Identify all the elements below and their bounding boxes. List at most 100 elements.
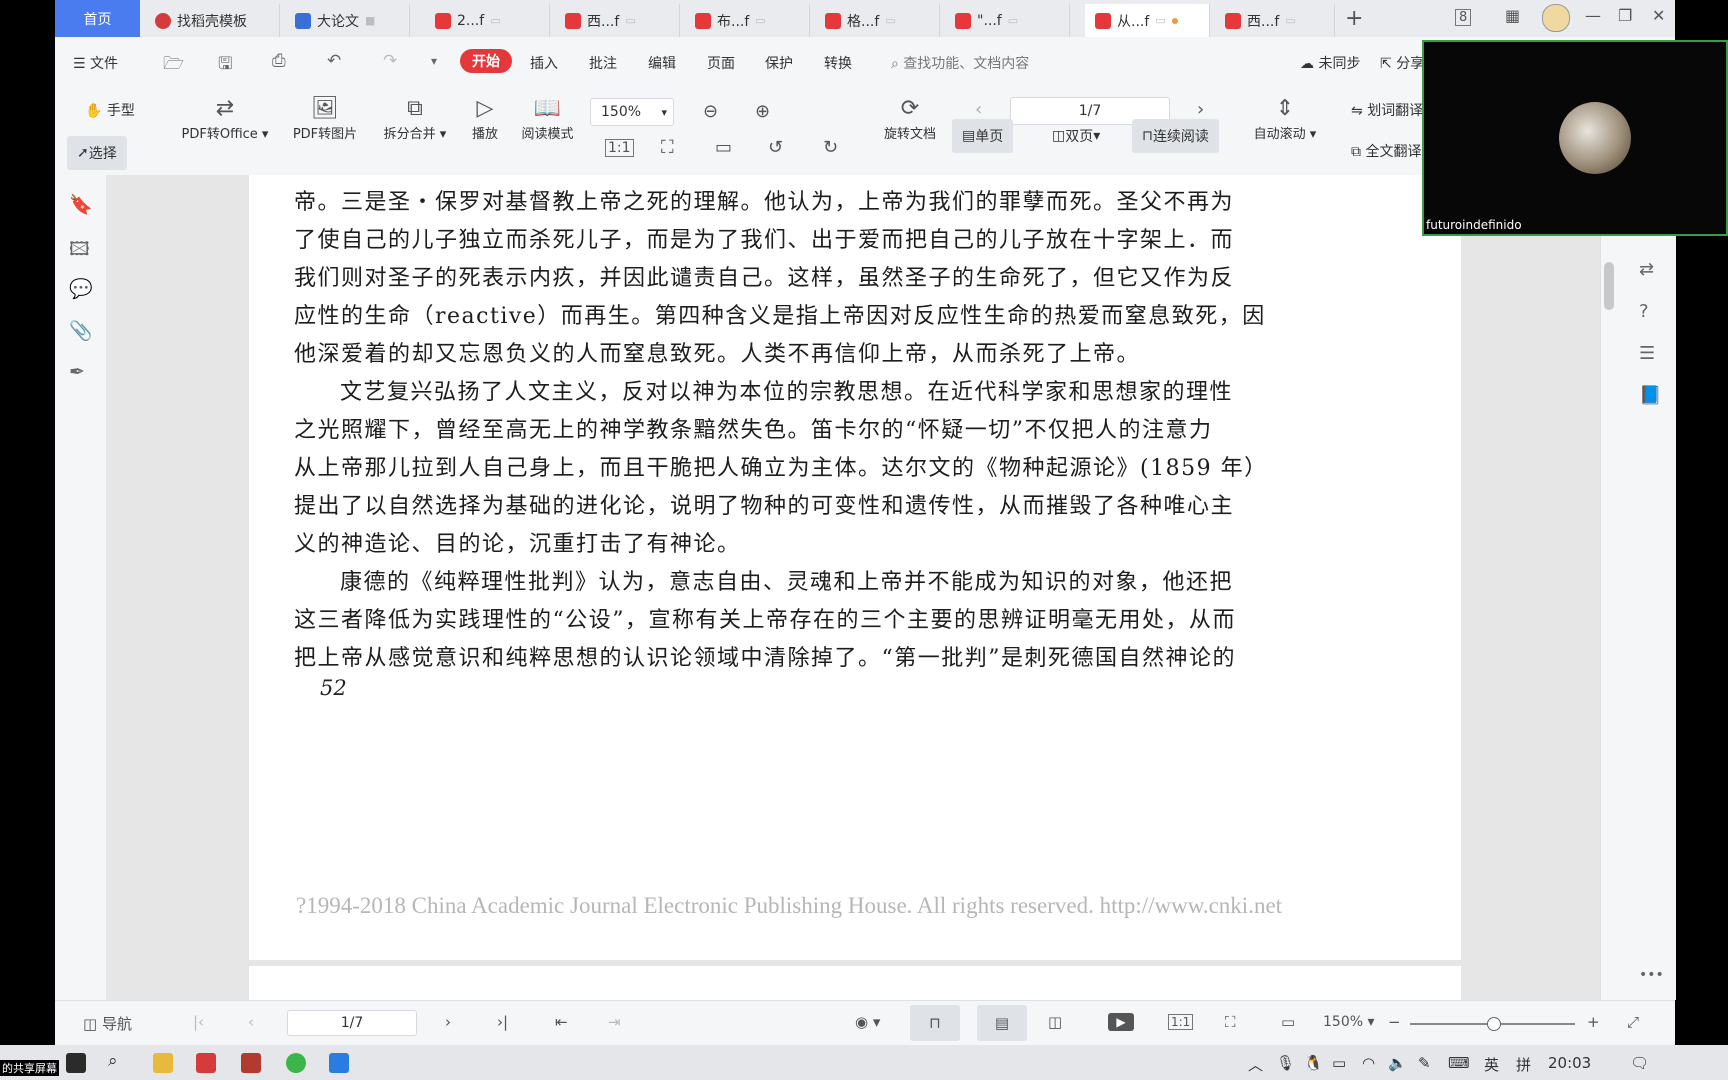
print-icon[interactable]: ⎙ bbox=[272, 51, 286, 71]
single-view-button[interactable]: ▤ bbox=[977, 1005, 1027, 1041]
double-page-button[interactable]: ◫ 双页 ▾ bbox=[1042, 119, 1110, 153]
sync-status[interactable]: ☁ 未同步 bbox=[1300, 53, 1360, 73]
hand-tool[interactable]: ✋ 手型 bbox=[85, 100, 135, 120]
search-icon[interactable]: ⌕ bbox=[108, 1051, 118, 1071]
more-icon[interactable]: ••• bbox=[1639, 967, 1664, 983]
split-merge-button[interactable]: ⧉ 拆分合并 ▾ bbox=[375, 95, 455, 142]
grid-icon[interactable]: ▦ bbox=[1505, 6, 1520, 25]
pdf-to-office-button[interactable]: ⇄ PDF转Office ▾ bbox=[175, 95, 275, 142]
redo-icon[interactable]: ↷ bbox=[383, 51, 397, 71]
tab-pdf-3[interactable]: 布...f ▭ bbox=[685, 4, 810, 37]
full-translate-button[interactable]: ⧉ 全文翻译 bbox=[1351, 141, 1421, 161]
prev-page-icon[interactable]: ‹ bbox=[248, 1013, 254, 1031]
status-page-input[interactable]: 1/7 bbox=[287, 1010, 417, 1036]
menu-convert[interactable]: 转换 bbox=[824, 53, 852, 73]
qq-icon[interactable]: 🐧 bbox=[1304, 1054, 1323, 1072]
continuous-view-button[interactable]: ⊓ bbox=[910, 1005, 960, 1041]
fit-page-icon[interactable]: ⛶ bbox=[661, 137, 674, 158]
zoom-in-icon[interactable]: ⊕ bbox=[755, 101, 770, 122]
tab-docer-templates[interactable]: 找稻壳模板 bbox=[145, 4, 280, 37]
ime-language[interactable]: 英 bbox=[1484, 1054, 1499, 1075]
share-button[interactable]: ⇱ 分享 bbox=[1380, 53, 1424, 73]
microphone-icon[interactable]: 🎙 bbox=[1276, 1054, 1295, 1072]
zoom-select[interactable]: 150% ▾ bbox=[590, 98, 674, 126]
save-icon[interactable]: 🖫 bbox=[218, 51, 232, 80]
file-explorer-icon[interactable] bbox=[153, 1053, 173, 1073]
zoom-slider-thumb[interactable] bbox=[1487, 1017, 1501, 1031]
thumbnail-icon[interactable]: 🖾 bbox=[69, 235, 90, 267]
single-page-button[interactable]: ▤ 单页 bbox=[952, 119, 1014, 153]
keyboard-icon[interactable]: ⌨ bbox=[1448, 1054, 1470, 1072]
undo-icon[interactable]: ↶ bbox=[327, 51, 341, 71]
comment-icon[interactable]: 💬 bbox=[69, 277, 93, 300]
play-button[interactable]: ▷ 播放 bbox=[460, 95, 510, 142]
minimize-icon[interactable]: — bbox=[1585, 6, 1601, 25]
menu-start[interactable]: 开始 bbox=[460, 49, 512, 73]
fit-page-icon[interactable]: ⛶ bbox=[1225, 1013, 1236, 1031]
eye-protect-icon[interactable]: ◉ ▾ bbox=[855, 1013, 880, 1031]
continuous-read-button[interactable]: ⊓ 连续阅读 bbox=[1132, 119, 1219, 153]
attachment-icon[interactable]: 📎 bbox=[69, 319, 93, 342]
actual-size-icon[interactable]: 1:1 bbox=[1168, 1014, 1194, 1030]
browser-icon[interactable] bbox=[286, 1053, 306, 1073]
rotate-left-icon[interactable]: ↺ bbox=[768, 137, 783, 158]
tab-thesis[interactable]: 大论文 ■ bbox=[285, 4, 410, 37]
forward-view-icon[interactable]: ⇥ bbox=[608, 1013, 621, 1031]
window-count-badge[interactable]: 8 bbox=[1455, 9, 1472, 26]
restore-icon[interactable]: ❐ bbox=[1618, 6, 1632, 25]
pdf-to-image-button[interactable]: 🖼 PDF转图片 bbox=[285, 95, 365, 142]
new-tab-button[interactable]: + bbox=[1345, 6, 1363, 31]
tab-pdf-active[interactable]: 从...f ▭ bbox=[1085, 4, 1210, 37]
volume-icon[interactable]: 🔈 bbox=[1388, 1054, 1407, 1072]
next-page-icon[interactable]: › bbox=[445, 1013, 451, 1031]
tab-pdf-2[interactable]: 西...f ▭ bbox=[555, 4, 680, 37]
menu-insert[interactable]: 插入 bbox=[530, 53, 558, 73]
select-tool[interactable]: ➚ 选择 bbox=[67, 136, 127, 170]
vertical-scrollbar[interactable] bbox=[1604, 262, 1614, 310]
last-page-icon[interactable]: ›| bbox=[497, 1013, 508, 1031]
zoom-out-icon[interactable]: − bbox=[1388, 1013, 1401, 1031]
help-icon[interactable]: ? bbox=[1639, 301, 1649, 322]
read-aloud-icon[interactable]: 📘 bbox=[1639, 385, 1661, 406]
status-zoom-select[interactable]: 150% ▾ bbox=[1323, 1014, 1375, 1030]
fit-width-icon[interactable]: ▭ bbox=[1281, 1013, 1295, 1031]
avatar[interactable] bbox=[1542, 4, 1570, 32]
rotate-document-button[interactable]: ⟳ 旋转文档 bbox=[875, 95, 945, 142]
word-translate-button[interactable]: ⇋ 划词翻译 bbox=[1351, 100, 1423, 120]
pen-icon[interactable]: ✎ bbox=[1418, 1054, 1431, 1072]
tab-pdf-5[interactable]: "...f ▭ bbox=[945, 4, 1070, 37]
auto-scroll-button[interactable]: ⇕ 自动滚动 ▾ bbox=[1245, 95, 1325, 142]
wifi-icon[interactable]: ◠ bbox=[1362, 1054, 1375, 1072]
bookmark-icon[interactable]: 🔖 bbox=[69, 193, 93, 216]
meeting-app-icon[interactable] bbox=[329, 1053, 349, 1073]
read-mode-button[interactable]: 📖 阅读模式 bbox=[510, 95, 585, 142]
navigation-toggle[interactable]: ◫ 导航 bbox=[83, 1013, 132, 1034]
menu-annotate[interactable]: 批注 bbox=[589, 53, 617, 73]
first-page-icon[interactable]: |‹ bbox=[193, 1013, 204, 1031]
zy-app-icon[interactable] bbox=[241, 1053, 261, 1073]
back-view-icon[interactable]: ⇤ bbox=[555, 1013, 568, 1031]
signature-icon[interactable]: ✒ bbox=[69, 361, 85, 383]
menu-page[interactable]: 页面 bbox=[707, 53, 735, 73]
search-box[interactable]: ⌕ 查找功能、文档内容 bbox=[891, 53, 1029, 73]
fit-width-icon[interactable]: ▭ bbox=[715, 137, 732, 158]
close-icon[interactable]: ■ bbox=[365, 14, 375, 27]
play-icon[interactable]: ▶ bbox=[1108, 1013, 1134, 1031]
menu-protect[interactable]: 保护 bbox=[765, 53, 793, 73]
menu-edit[interactable]: 编辑 bbox=[648, 53, 676, 73]
more-dropdown-icon[interactable]: ▾ bbox=[431, 54, 437, 68]
tab-pdf-6[interactable]: 西...f ▭ bbox=[1215, 4, 1335, 37]
rotate-right-icon[interactable]: ↻ bbox=[823, 137, 838, 158]
tab-pdf-1[interactable]: 2...f ▭ bbox=[425, 4, 550, 37]
tab-home[interactable]: 首页 bbox=[55, 0, 140, 37]
tab-pdf-4[interactable]: 格...f ▭ bbox=[815, 4, 940, 37]
system-clock[interactable]: 20:03 bbox=[1548, 1054, 1591, 1072]
prev-page-icon[interactable]: ‹ bbox=[975, 99, 982, 120]
translate-panel-icon[interactable]: ⇄ bbox=[1639, 259, 1654, 280]
close-window-icon[interactable]: ✕ bbox=[1652, 6, 1665, 25]
zoom-out-icon[interactable]: ⊖ bbox=[703, 101, 718, 122]
fullscreen-icon[interactable]: ⤢ bbox=[1627, 1013, 1639, 1031]
tray-expand-icon[interactable]: ︿ bbox=[1248, 1054, 1263, 1075]
notification-icon[interactable]: 🗨 bbox=[1630, 1054, 1649, 1072]
zoom-in-icon[interactable]: + bbox=[1587, 1013, 1600, 1031]
